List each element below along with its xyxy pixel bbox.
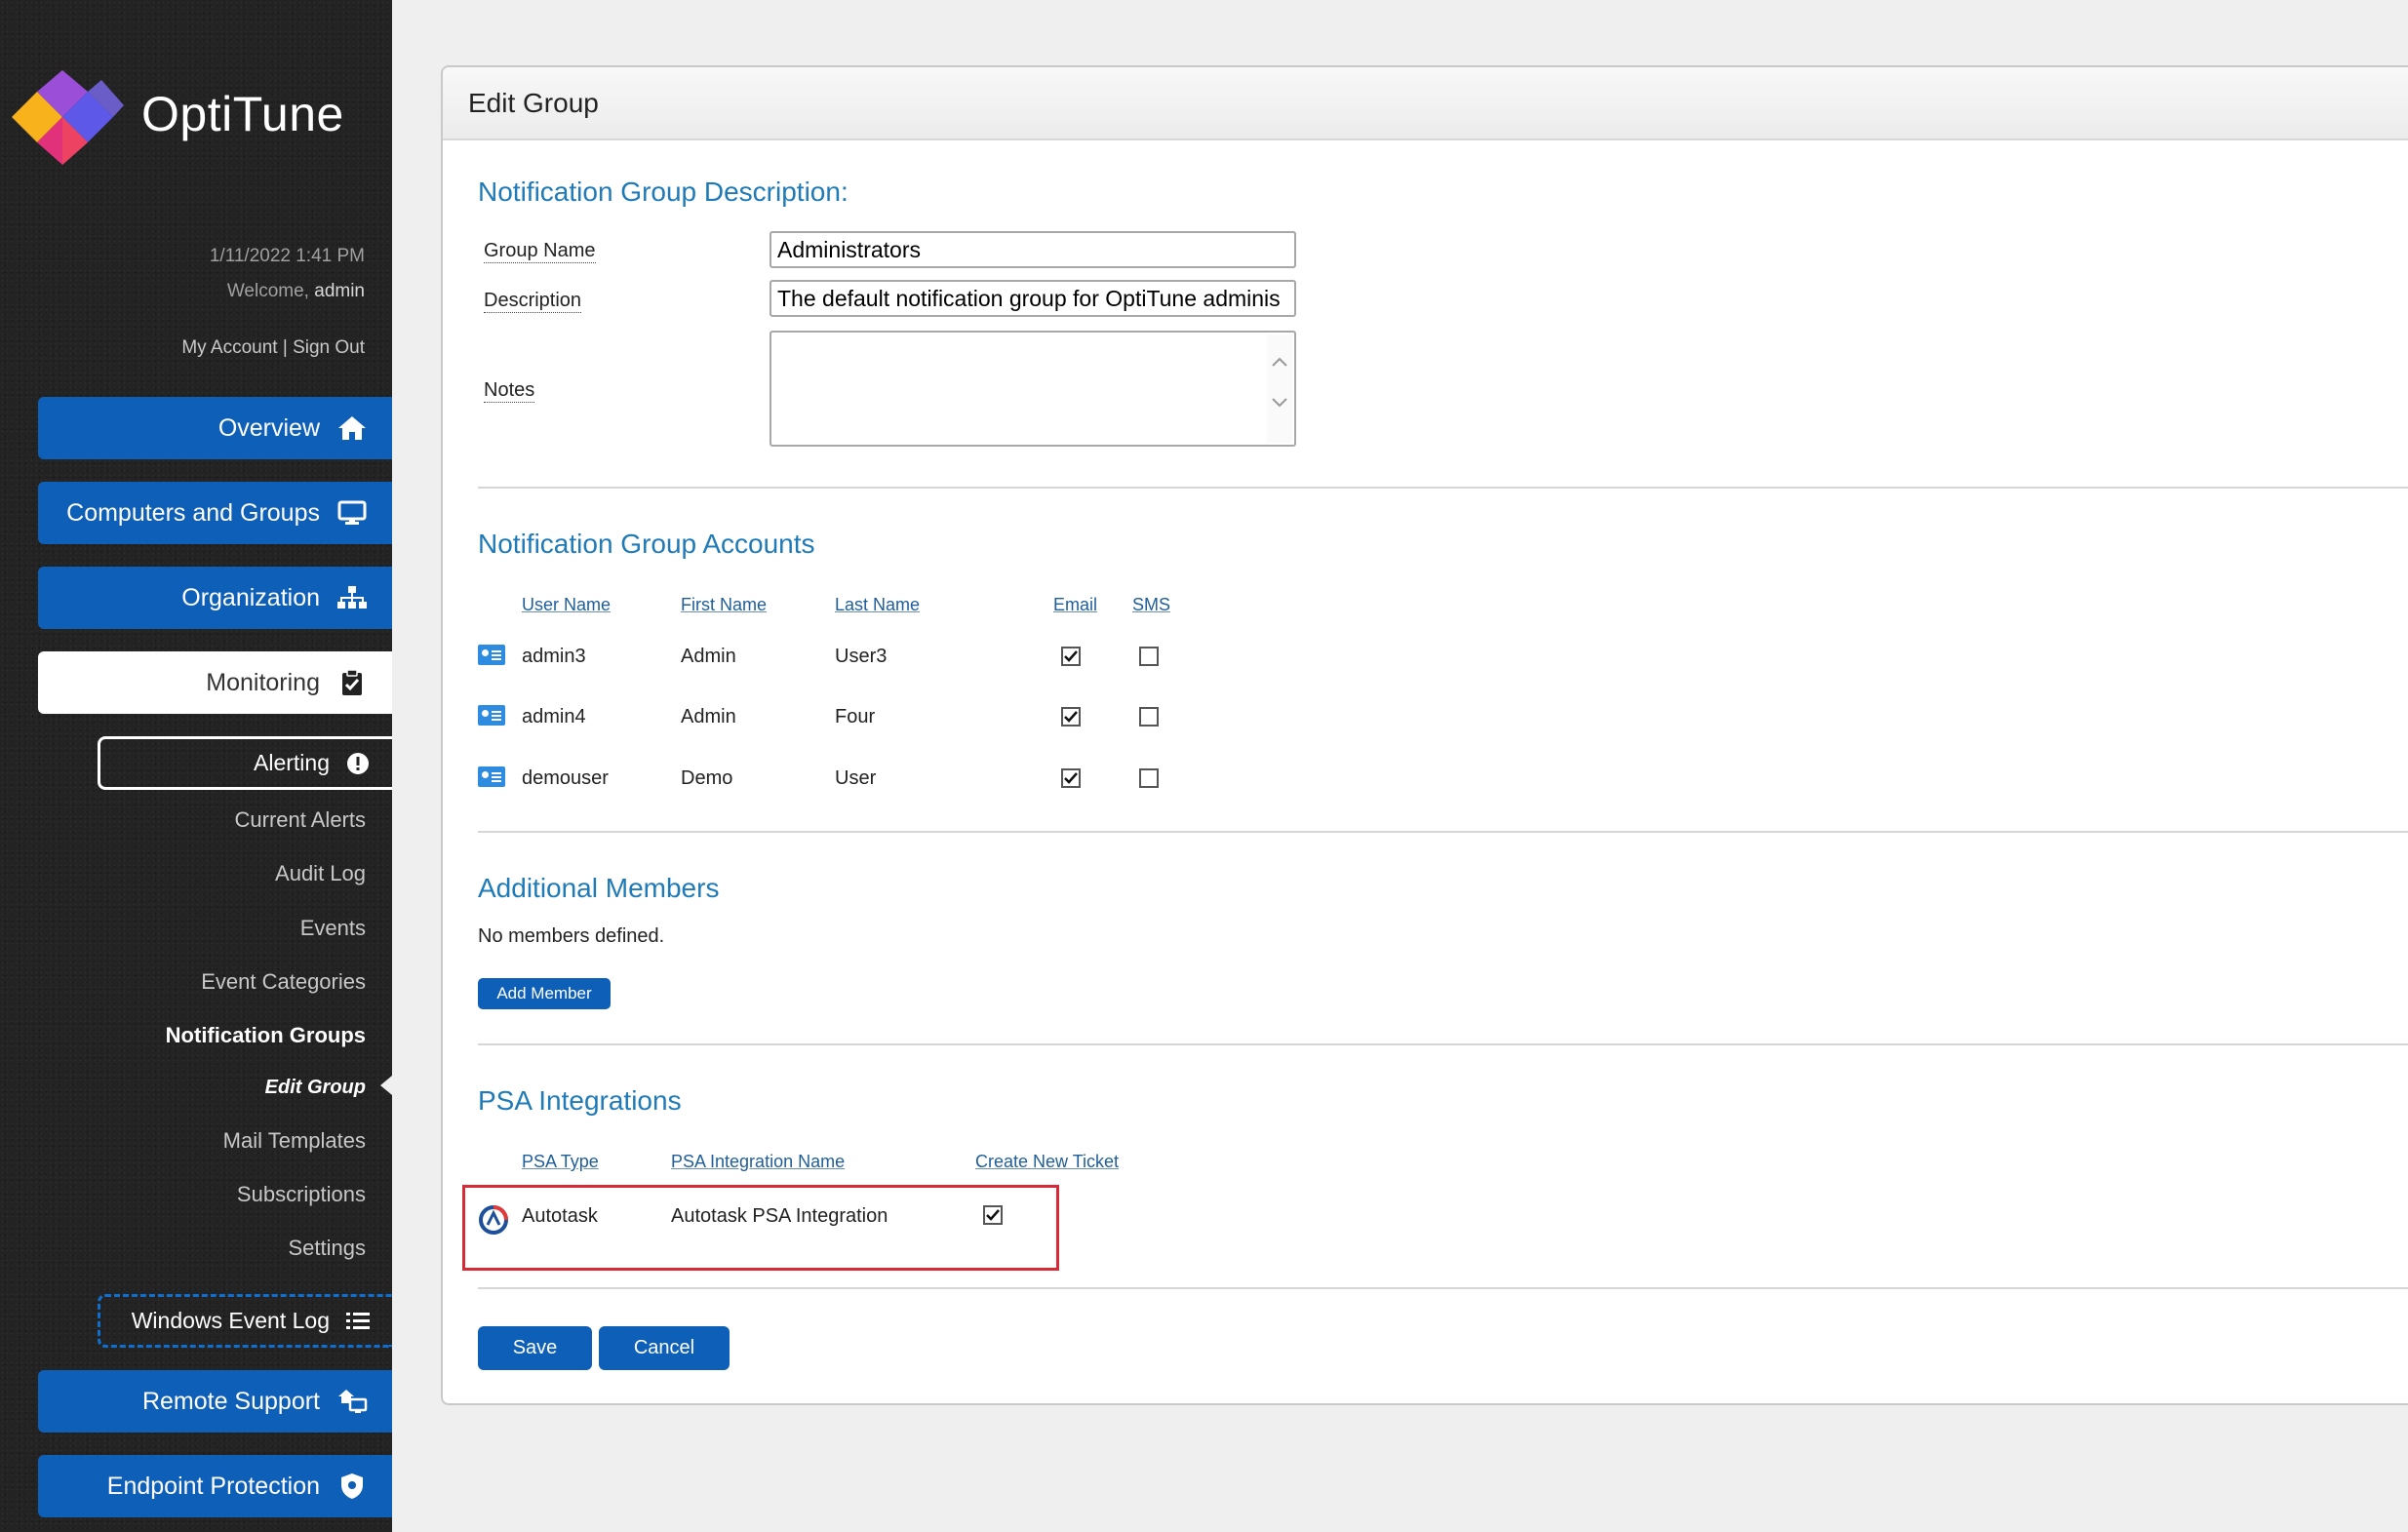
nav-overview[interactable]: Overview <box>38 397 392 459</box>
row-user-name: admin4 <box>522 706 586 727</box>
nav-subscriptions[interactable]: Subscriptions <box>237 1182 366 1207</box>
nav-notification-groups[interactable]: Notification Groups <box>166 1023 366 1048</box>
current-page-pointer <box>380 1076 392 1095</box>
description-input[interactable]: The default notification group for OptiT… <box>770 280 1296 317</box>
row-last-name: Four <box>835 706 876 727</box>
accounts-section-title: Notification Group Accounts <box>478 529 815 559</box>
nav-computers-label: Computers and Groups <box>66 498 320 527</box>
row-user-name: admin3 <box>522 646 586 667</box>
account-links: My Account | Sign Out <box>181 337 365 359</box>
nav-edit-group[interactable]: Edit Group <box>265 1077 366 1099</box>
welcome-text: Welcome, admin <box>227 281 365 302</box>
user-card-icon <box>478 766 505 787</box>
divider <box>478 1043 2408 1045</box>
monitor-icon <box>336 498 369 528</box>
sms-checkbox[interactable] <box>1139 647 1159 666</box>
home-icon <box>336 413 369 443</box>
shield-icon <box>336 1472 369 1501</box>
email-checkbox[interactable] <box>1061 768 1081 788</box>
col-psa-type[interactable]: PSA Type <box>522 1152 599 1172</box>
row-first-name: Demo <box>681 767 733 789</box>
group-name-label: Group Name <box>484 240 596 263</box>
list-icon <box>345 1309 371 1334</box>
nav-windows-event-log-label: Windows Event Log <box>131 1308 330 1333</box>
notes-label: Notes <box>484 379 535 403</box>
nav-event-categories[interactable]: Event Categories <box>201 969 366 995</box>
nav-alerting[interactable]: Alerting <box>98 736 392 790</box>
scroll-up-icon[interactable] <box>1271 356 1288 368</box>
nav-monitoring-label: Monitoring <box>206 668 320 696</box>
email-checkbox[interactable] <box>1061 707 1081 727</box>
brand-name: OptiTune <box>141 87 344 141</box>
nav-events[interactable]: Events <box>300 916 366 941</box>
group-name-input[interactable]: Administrators <box>770 231 1296 268</box>
divider <box>478 831 2408 833</box>
nav-audit-log[interactable]: Audit Log <box>275 861 366 886</box>
notes-textarea[interactable] <box>770 331 1296 447</box>
col-last-name[interactable]: Last Name <box>835 595 920 615</box>
nav-organization[interactable]: Organization <box>38 567 392 629</box>
panel-title: Edit Group <box>468 87 599 118</box>
nav-windows-event-log[interactable]: Windows Event Log <box>98 1294 392 1348</box>
members-section-title: Additional Members <box>478 873 720 903</box>
nav-current-alerts[interactable]: Current Alerts <box>235 807 367 833</box>
nav-alerting-label: Alerting <box>254 750 330 775</box>
my-account-link[interactable]: My Account <box>181 337 277 358</box>
col-first-name[interactable]: First Name <box>681 595 767 615</box>
checkmark-icon <box>1064 711 1078 723</box>
nav-organization-label: Organization <box>181 583 320 611</box>
user-card-icon <box>478 645 505 665</box>
sitemap-icon <box>336 583 369 612</box>
sign-out-link[interactable]: Sign Out <box>293 337 365 358</box>
nav-remote-support-label: Remote Support <box>141 1387 320 1415</box>
col-user-name[interactable]: User Name <box>522 595 611 615</box>
nav-settings[interactable]: Settings <box>289 1236 367 1261</box>
nav-mail-templates[interactable]: Mail Templates <box>223 1128 366 1154</box>
description-section-title: Notification Group Description: <box>478 177 849 207</box>
col-email[interactable]: Email <box>1053 595 1097 615</box>
user-card-icon <box>478 705 505 726</box>
row-first-name: Admin <box>681 646 736 667</box>
nav-overview-label: Overview <box>217 413 320 442</box>
sidebar: OptiTune 1/11/2022 1:41 PM Welcome, admi… <box>0 0 392 1532</box>
email-checkbox[interactable] <box>1061 647 1081 666</box>
notes-scrollbar[interactable] <box>1267 334 1292 443</box>
add-member-button[interactable]: Add Member <box>478 978 611 1009</box>
sms-checkbox[interactable] <box>1139 707 1159 727</box>
col-sms[interactable]: SMS <box>1132 595 1170 615</box>
nav-endpoint-protection-label: Endpoint Protection <box>106 1472 320 1500</box>
remote-support-icon <box>336 1387 369 1416</box>
save-button[interactable]: Save <box>478 1326 592 1370</box>
no-members-text: No members defined. <box>478 925 665 947</box>
col-psa-integration-name[interactable]: PSA Integration Name <box>671 1152 845 1172</box>
checkmark-icon <box>1064 772 1078 784</box>
divider <box>478 1287 2408 1289</box>
description-label: Description <box>484 290 582 313</box>
row-user-name: demouser <box>522 767 609 789</box>
psa-section-title: PSA Integrations <box>478 1085 682 1116</box>
nav-monitoring[interactable]: Monitoring <box>38 651 392 714</box>
session-datetime: 1/11/2022 1:41 PM <box>209 246 365 266</box>
link-separator: | <box>282 337 288 358</box>
nav-endpoint-protection[interactable]: Endpoint Protection <box>38 1455 392 1517</box>
welcome-prefix: Welcome, <box>226 281 309 301</box>
optitune-logo <box>12 70 124 165</box>
exclamation-circle-icon <box>345 751 371 776</box>
sms-checkbox[interactable] <box>1139 768 1159 788</box>
welcome-user: admin <box>314 281 365 301</box>
row-first-name: Admin <box>681 706 736 727</box>
panel-header: Edit Group <box>443 67 2408 140</box>
scroll-down-icon[interactable] <box>1271 397 1288 409</box>
col-create-new-ticket[interactable]: Create New Ticket <box>975 1152 1119 1172</box>
checkmark-icon <box>1064 650 1078 662</box>
cancel-button[interactable]: Cancel <box>599 1326 730 1370</box>
nav-computers-and-groups[interactable]: Computers and Groups <box>38 482 392 544</box>
row-last-name: User <box>835 767 877 789</box>
divider <box>478 487 2408 489</box>
clipboard-check-icon <box>336 668 369 697</box>
nav-remote-support[interactable]: Remote Support <box>38 1370 392 1433</box>
row-last-name: User3 <box>835 646 888 667</box>
edit-group-panel: Edit Group Notification Group Descriptio… <box>441 65 2408 1405</box>
psa-row-highlight <box>462 1185 1059 1271</box>
